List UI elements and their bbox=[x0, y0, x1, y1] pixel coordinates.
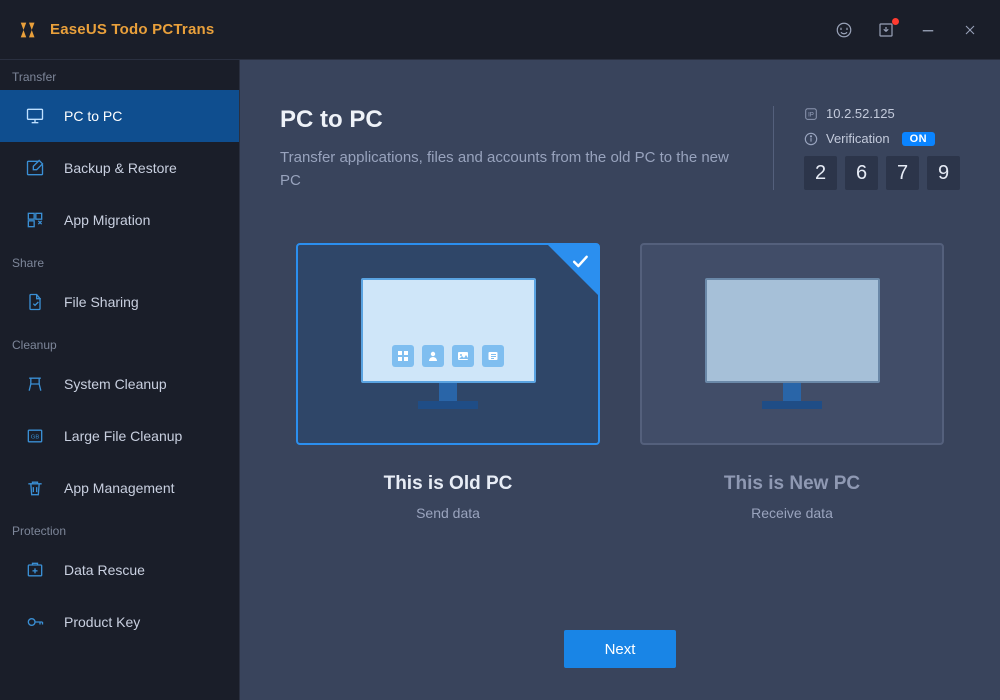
key-icon bbox=[24, 611, 46, 633]
minimize-button[interactable] bbox=[918, 20, 938, 40]
option-new-pc-title: This is New PC bbox=[640, 473, 944, 495]
sidebar-item-pc-to-pc[interactable]: PC to PC bbox=[0, 90, 239, 142]
sidebar-item-system-cleanup[interactable]: System Cleanup bbox=[0, 358, 239, 410]
sidebar-item-label: System Cleanup bbox=[64, 376, 167, 392]
rescue-icon bbox=[24, 559, 46, 581]
code-digit: 2 bbox=[804, 156, 837, 190]
sidebar-item-data-rescue[interactable]: Data Rescue bbox=[0, 544, 239, 596]
close-button[interactable] bbox=[960, 20, 980, 40]
app-name: EaseUS Todo PCTrans bbox=[50, 21, 214, 38]
support-icon[interactable] bbox=[834, 20, 854, 40]
sidebar: Transfer PC to PC Backup & Restore App M… bbox=[0, 60, 240, 700]
next-button[interactable]: Next bbox=[564, 630, 676, 668]
content-pane: PC to PC Transfer applications, files an… bbox=[240, 60, 1000, 700]
code-digit: 6 bbox=[845, 156, 878, 190]
verification-label: Verification bbox=[826, 131, 890, 146]
sidebar-item-label: App Migration bbox=[64, 212, 150, 228]
svg-text:GB: GB bbox=[31, 435, 40, 441]
sidebar-item-label: Large File Cleanup bbox=[64, 428, 182, 444]
check-icon bbox=[570, 251, 590, 276]
verification-toggle[interactable]: ON bbox=[902, 132, 936, 146]
download-icon[interactable] bbox=[876, 20, 896, 40]
new-pc-monitor-icon bbox=[705, 278, 880, 409]
file-share-icon bbox=[24, 291, 46, 313]
sidebar-item-label: Backup & Restore bbox=[64, 160, 177, 176]
code-digit: 9 bbox=[927, 156, 960, 190]
option-old-pc-subtitle: Send data bbox=[296, 505, 600, 521]
large-file-icon: GB bbox=[24, 425, 46, 447]
apps-icon bbox=[24, 209, 46, 231]
sidebar-item-label: Product Key bbox=[64, 614, 140, 630]
page-title: PC to PC bbox=[280, 106, 753, 134]
verification-code: 2 6 7 9 bbox=[804, 156, 960, 190]
ip-address: 10.2.52.125 bbox=[826, 106, 895, 121]
sidebar-section-transfer: Transfer bbox=[0, 60, 239, 90]
broom-icon bbox=[24, 373, 46, 395]
code-digit: 7 bbox=[886, 156, 919, 190]
monitor-icon bbox=[24, 105, 46, 127]
sidebar-item-label: PC to PC bbox=[64, 108, 122, 124]
svg-text:IP: IP bbox=[808, 111, 814, 118]
window-controls bbox=[834, 20, 980, 40]
app-logo: EaseUS Todo PCTrans bbox=[18, 19, 214, 41]
logo-icon bbox=[18, 19, 40, 41]
info-icon bbox=[804, 132, 818, 146]
sidebar-item-app-management[interactable]: App Management bbox=[0, 462, 239, 514]
option-new-pc-subtitle: Receive data bbox=[640, 505, 944, 521]
sidebar-item-app-migration[interactable]: App Migration bbox=[0, 194, 239, 246]
sidebar-section-share: Share bbox=[0, 246, 239, 276]
option-old-pc[interactable]: This is Old PC Send data bbox=[296, 243, 600, 521]
old-pc-monitor-icon bbox=[361, 278, 536, 409]
sidebar-item-large-file-cleanup[interactable]: GB Large File Cleanup bbox=[0, 410, 239, 462]
sidebar-item-label: App Management bbox=[64, 480, 175, 496]
ip-icon: IP bbox=[804, 107, 818, 121]
option-new-pc[interactable]: This is New PC Receive data bbox=[640, 243, 944, 521]
connection-panel: IP 10.2.52.125 Verification ON 2 6 7 9 bbox=[773, 106, 960, 190]
sidebar-item-label: File Sharing bbox=[64, 294, 139, 310]
notification-dot-icon bbox=[892, 18, 899, 25]
sidebar-item-label: Data Rescue bbox=[64, 562, 145, 578]
sidebar-section-cleanup: Cleanup bbox=[0, 328, 239, 358]
title-bar: EaseUS Todo PCTrans bbox=[0, 0, 1000, 60]
sidebar-item-backup-restore[interactable]: Backup & Restore bbox=[0, 142, 239, 194]
page-subtitle: Transfer applications, files and account… bbox=[280, 146, 753, 193]
sidebar-section-protection: Protection bbox=[0, 514, 239, 544]
trash-icon bbox=[24, 477, 46, 499]
sidebar-item-file-sharing[interactable]: File Sharing bbox=[0, 276, 239, 328]
option-old-pc-title: This is Old PC bbox=[296, 473, 600, 495]
backup-icon bbox=[24, 157, 46, 179]
sidebar-item-product-key[interactable]: Product Key bbox=[0, 596, 239, 648]
